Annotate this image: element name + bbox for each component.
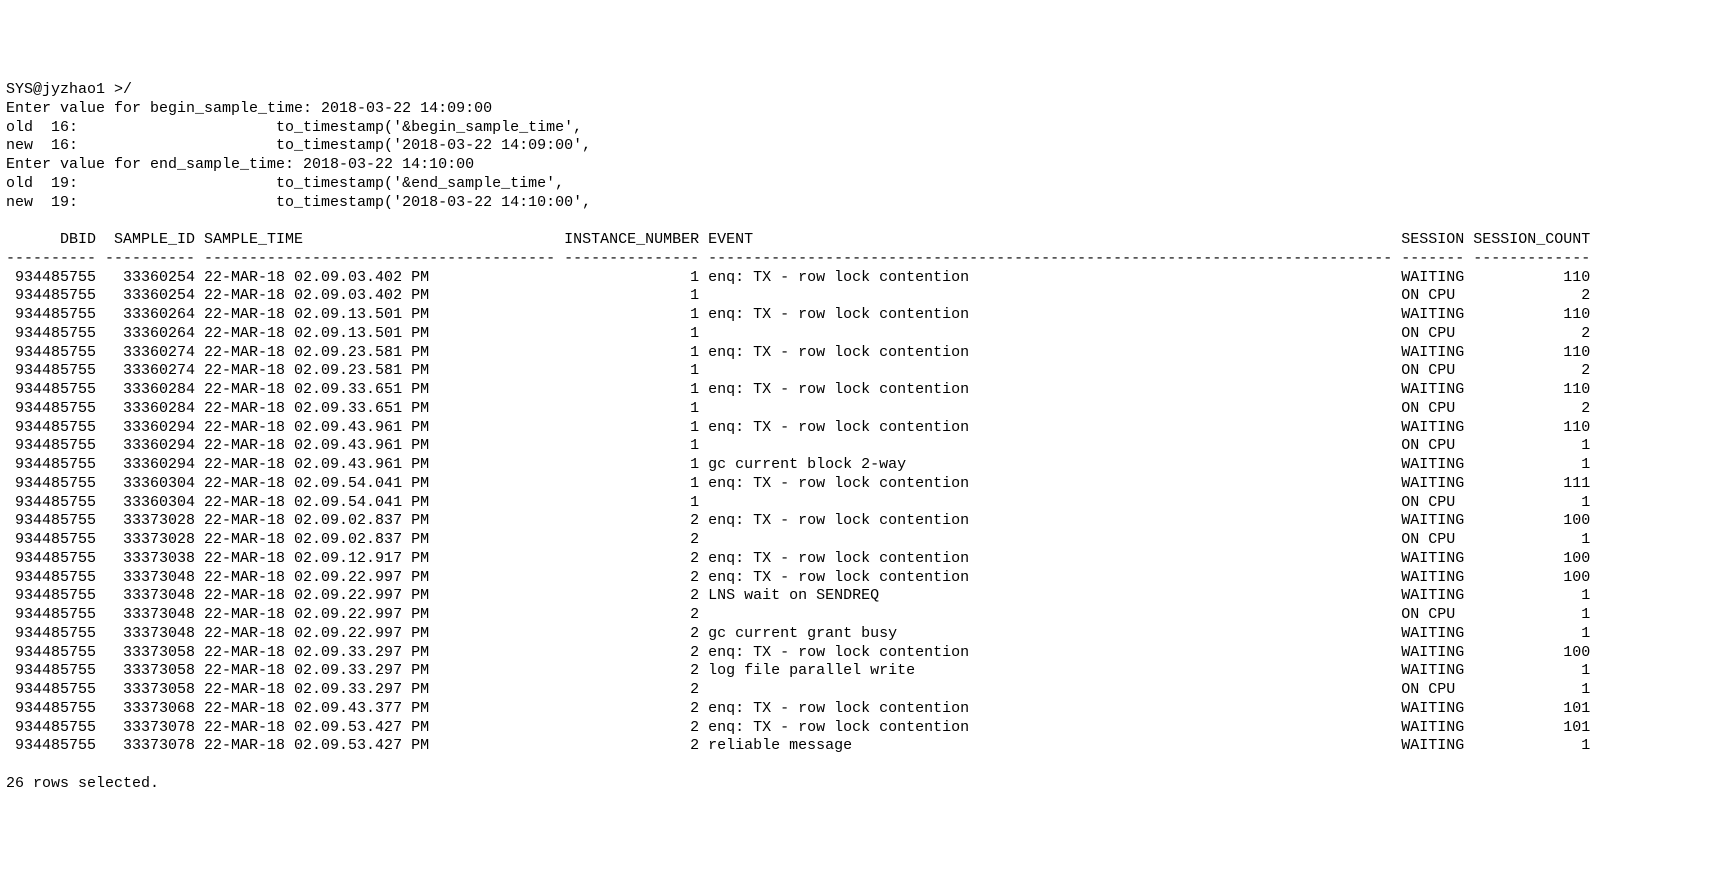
begin-sample-prompt: Enter value for begin_sample_time: 2018-… (6, 100, 492, 117)
end-sample-prompt: Enter value for end_sample_time: 2018-03… (6, 156, 474, 173)
table-separator: ---------- ---------- ------------------… (6, 250, 1590, 267)
rows-selected: 26 rows selected. (6, 775, 159, 792)
sql-prompt: SYS@jyzhao1 >/ (6, 81, 132, 98)
table-header: DBID SAMPLE_ID SAMPLE_TIME INSTANCE_NUMB… (6, 231, 1590, 248)
new-line-19: new 19: to_timestamp('2018-03-22 14:10:0… (6, 194, 591, 211)
terminal-output: SYS@jyzhao1 >/ Enter value for begin_sam… (6, 81, 1726, 794)
old-line-19: old 19: to_timestamp('&end_sample_time', (6, 175, 564, 192)
new-line-16: new 16: to_timestamp('2018-03-22 14:09:0… (6, 137, 591, 154)
table-body: 934485755 33360254 22-MAR-18 02.09.03.40… (6, 269, 1590, 755)
old-line-16: old 16: to_timestamp('&begin_sample_time… (6, 119, 582, 136)
